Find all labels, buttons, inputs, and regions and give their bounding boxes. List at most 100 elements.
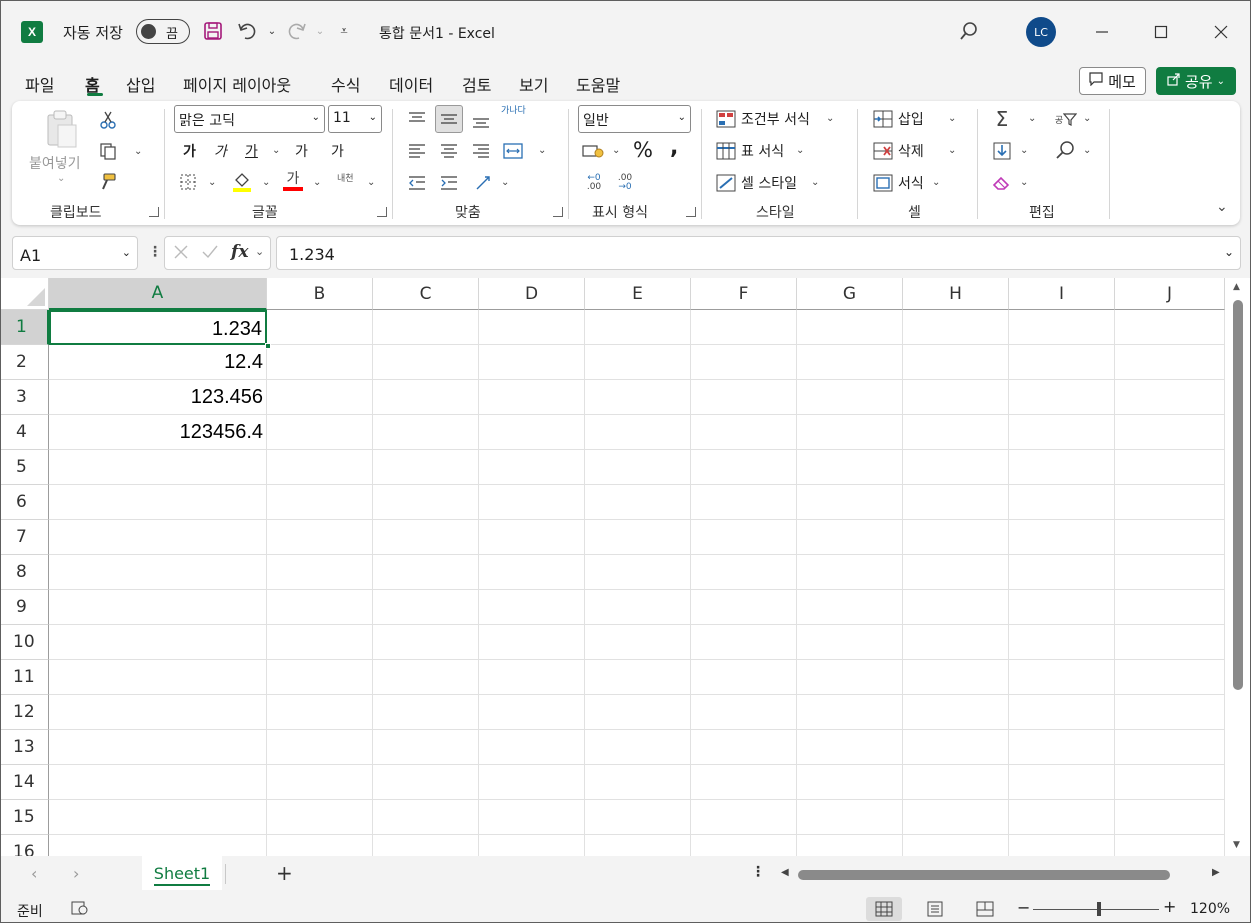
cell-g5[interactable] <box>797 450 903 485</box>
scroll-left-icon[interactable]: ◀ <box>781 867 789 878</box>
cell-i4[interactable] <box>1009 415 1115 450</box>
cell-h6[interactable] <box>903 485 1009 520</box>
cell-c15[interactable] <box>373 800 479 835</box>
column-header-g[interactable]: G <box>797 278 903 310</box>
cell-a12[interactable] <box>49 695 267 730</box>
alignment-launcher-icon[interactable] <box>553 207 563 217</box>
undo-dropdown-icon[interactable]: ⌄ <box>259 18 285 44</box>
cell-a15[interactable] <box>49 800 267 835</box>
cell-i1[interactable] <box>1009 310 1115 345</box>
underline-button[interactable]: 가 <box>245 141 258 161</box>
cell-e12[interactable] <box>585 695 691 730</box>
cell-b10[interactable] <box>267 625 373 660</box>
next-sheet-icon[interactable]: › <box>73 864 79 883</box>
cell-e11[interactable] <box>585 660 691 695</box>
cell-a5[interactable] <box>49 450 267 485</box>
find-select-icon[interactable] <box>1054 139 1076 161</box>
row-header-14[interactable]: 14 <box>1 765 49 800</box>
cell-a4[interactable]: 123456.4 <box>49 415 267 450</box>
cell-j6[interactable] <box>1115 485 1225 520</box>
clear-icon[interactable] <box>991 172 1013 194</box>
cell-h12[interactable] <box>903 695 1009 730</box>
prev-sheet-icon[interactable]: ‹ <box>31 864 37 883</box>
cell-e16[interactable] <box>585 835 691 856</box>
underline-dropdown-icon[interactable]: ⌄ <box>272 145 280 156</box>
cell-e6[interactable] <box>585 485 691 520</box>
copy-icon[interactable] <box>97 140 119 162</box>
cell-h10[interactable] <box>903 625 1009 660</box>
font-color-dropdown-icon[interactable]: ⌄ <box>313 177 321 188</box>
cell-e14[interactable] <box>585 765 691 800</box>
find-dropdown-icon[interactable]: ⌄ <box>1083 145 1091 156</box>
cell-a2[interactable]: 12.4 <box>49 345 267 380</box>
cell-d7[interactable] <box>479 520 585 555</box>
zoom-slider-thumb[interactable] <box>1097 902 1101 916</box>
share-dropdown-icon[interactable]: ⌄ <box>1217 76 1225 87</box>
cell-d12[interactable] <box>479 695 585 730</box>
italic-button[interactable]: 가 <box>214 141 227 161</box>
cell-g2[interactable] <box>797 345 903 380</box>
column-header-b[interactable]: B <box>267 278 373 310</box>
cell-e2[interactable] <box>585 345 691 380</box>
cell-styles-dropdown-icon[interactable]: ⌄ <box>811 177 819 188</box>
cell-j12[interactable] <box>1115 695 1225 730</box>
phonetic-dropdown-icon[interactable]: ⌄ <box>367 177 375 188</box>
cell-i8[interactable] <box>1009 555 1115 590</box>
chevron-down-icon[interactable]: ⌄ <box>255 245 264 258</box>
cell-a10[interactable] <box>49 625 267 660</box>
expand-formula-icon[interactable]: ⌄ <box>1224 245 1234 259</box>
paste-icon[interactable] <box>40 109 80 149</box>
cell-a9[interactable] <box>49 590 267 625</box>
font-size-select[interactable]: 11 ⌄ <box>328 105 382 133</box>
cell-h15[interactable] <box>903 800 1009 835</box>
cell-h1[interactable] <box>903 310 1009 345</box>
cell-d16[interactable] <box>479 835 585 856</box>
cell-d15[interactable] <box>479 800 585 835</box>
merge-center-icon[interactable] <box>501 139 525 163</box>
cell-a3[interactable]: 123.456 <box>49 380 267 415</box>
cell-h7[interactable] <box>903 520 1009 555</box>
format-painter-icon[interactable] <box>97 171 119 193</box>
cut-icon[interactable] <box>97 109 119 131</box>
decrease-decimal-icon[interactable]: .00 →0 <box>612 171 638 195</box>
cell-d9[interactable] <box>479 590 585 625</box>
fill-dropdown-icon[interactable]: ⌄ <box>1020 145 1028 156</box>
cell-f2[interactable] <box>691 345 797 380</box>
cell-f9[interactable] <box>691 590 797 625</box>
cell-h8[interactable] <box>903 555 1009 590</box>
cell-b11[interactable] <box>267 660 373 695</box>
tab-help[interactable]: 도움말 <box>576 72 620 96</box>
row-header-11[interactable]: 11 <box>1 660 49 695</box>
cell-g7[interactable] <box>797 520 903 555</box>
cell-c2[interactable] <box>373 345 479 380</box>
align-left-icon[interactable] <box>405 139 429 163</box>
cell-a8[interactable] <box>49 555 267 590</box>
conditional-dropdown-icon[interactable]: ⌄ <box>826 113 834 124</box>
cell-f7[interactable] <box>691 520 797 555</box>
cell-a11[interactable] <box>49 660 267 695</box>
cell-c11[interactable] <box>373 660 479 695</box>
table-dropdown-icon[interactable]: ⌄ <box>796 145 804 156</box>
insert-cells-label[interactable]: 삽입 <box>898 109 924 129</box>
cell-f15[interactable] <box>691 800 797 835</box>
cell-h5[interactable] <box>903 450 1009 485</box>
accessibility-icon[interactable] <box>71 901 89 919</box>
row-header-8[interactable]: 8 <box>1 555 49 590</box>
cell-a1[interactable]: 1.234 <box>49 310 267 345</box>
row-header-6[interactable]: 6 <box>1 485 49 520</box>
font-color-icon[interactable]: 가 <box>282 169 304 193</box>
zoom-slider[interactable] <box>1033 909 1159 910</box>
cell-j10[interactable] <box>1115 625 1225 660</box>
row-header-12[interactable]: 12 <box>1 695 49 730</box>
row-header-10[interactable]: 10 <box>1 625 49 660</box>
merge-dropdown-icon[interactable]: ⌄ <box>538 145 546 156</box>
cell-g1[interactable] <box>797 310 903 345</box>
zoom-in-button[interactable]: + <box>1163 897 1176 916</box>
user-avatar[interactable]: LC <box>1026 17 1056 47</box>
cell-d6[interactable] <box>479 485 585 520</box>
format-as-table-icon[interactable] <box>715 140 737 162</box>
cell-g4[interactable] <box>797 415 903 450</box>
shrink-font-button[interactable]: 가 <box>331 141 344 161</box>
phonetic-button[interactable]: 내천 <box>337 171 354 184</box>
cell-b7[interactable] <box>267 520 373 555</box>
